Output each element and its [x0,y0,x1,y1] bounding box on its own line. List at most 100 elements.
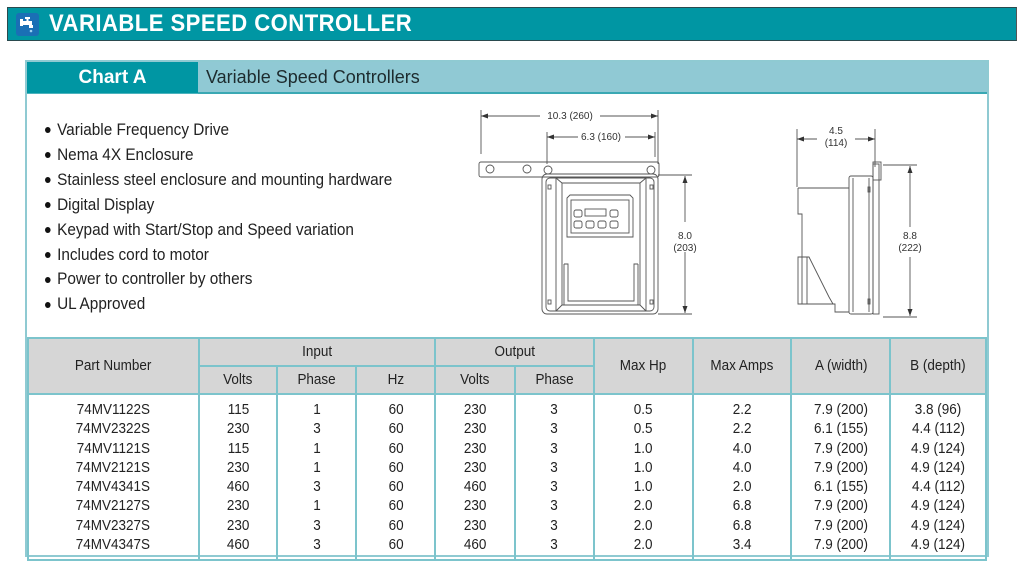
header-input-volts: Volts [197,365,279,395]
cell-output-volts: 230 [434,516,516,537]
dim-side-height-mm: (222) [898,243,921,254]
feature-list: Variable Frequency Drive Nema 4X Enclosu… [45,118,418,317]
cell-input-phase: 1 [276,458,358,479]
cell-b-depth: 4.9 (124) [889,458,987,479]
bullet-icon [45,152,51,159]
cell-input-phase: 1 [276,497,358,517]
header-max-hp: Max Hp [592,337,694,395]
cell-input-volts: 115 [197,439,279,459]
cell-b-depth: 4.4 (112) [889,478,987,498]
cell-input-hz: 60 [355,497,437,517]
header-input-phase: Phase [276,365,358,395]
cell-max-amps: 2.2 [691,394,793,421]
cell-max-hp: 0.5 [592,394,694,421]
cell-a-width: 6.1 (155) [790,420,892,440]
cell-max-hp: 0.5 [592,420,694,440]
cell-a-width: 7.9 (200) [790,516,892,537]
bullet-icon [45,301,51,308]
feature-item: Stainless steel enclosure and mounting h… [45,168,392,193]
cell-a-width: 7.9 (200) [790,536,892,562]
cell-part-number: 74MV2127S [27,497,200,517]
cell-output-phase: 3 [513,420,595,440]
bullet-icon [45,251,51,258]
table-row: 74MV1121S 115 1 60 230 3 1.0 4.0 7.9 (200) 4.9 (1… [27,439,987,459]
table-row: 74MV1122S 115 1 60 230 3 0.5 2.2 7.9 (200) 3.8 (9… [27,394,987,421]
cell-input-phase: 3 [276,536,358,562]
dim-overall-width: 10.3 (260) [547,111,593,122]
cell-input-volts: 230 [197,516,279,537]
cell-output-phase: 3 [513,439,595,459]
cell-output-volts: 230 [434,439,516,459]
cell-input-hz: 60 [355,516,437,537]
cell-input-phase: 3 [276,516,358,537]
feature-item: Keypad with Start/Stop and Speed variati… [45,218,392,243]
bullet-icon [45,177,51,184]
section-banner: VARIABLE SPEED CONTROLLER [7,7,1017,41]
side-view-drawing: 4.5 (114) 8.8 (222) [796,126,922,318]
table-row: 74MV2121S 230 1 60 230 3 1.0 4.0 7.9 (200) 4.9 (1… [27,458,987,479]
cell-output-volts: 230 [434,497,516,517]
cell-max-hp: 1.0 [592,439,694,459]
cell-input-volts: 230 [197,458,279,479]
front-view-drawing: 10.3 (260) 6.3 (160) 8.0 (203) [478,110,697,315]
feature-item: Includes cord to motor [45,243,392,268]
cell-output-phase: 3 [513,497,595,517]
dim-depth-in: 4.5 [829,126,843,137]
header-max-amps: Max Amps [691,337,793,395]
cell-part-number: 74MV4341S [27,478,200,498]
feature-item: Digital Display [45,193,392,218]
cell-b-depth: 4.9 (124) [889,536,987,562]
cell-output-phase: 3 [513,536,595,562]
cell-input-hz: 60 [355,420,437,440]
cell-part-number: 74MV1122S [27,394,200,421]
cell-max-hp: 1.0 [592,458,694,479]
feature-item: Power to controller by others [45,267,392,292]
table-row: 74MV4347S 460 3 60 460 3 2.0 3.4 7.9 (200) 4.9 (1… [27,536,987,562]
cell-max-amps: 2.0 [691,478,793,498]
cell-max-amps: 3.4 [691,536,793,562]
cell-part-number: 74MV4347S [27,536,200,562]
header-a-width: A (width) [790,337,892,395]
cell-output-phase: 3 [513,516,595,537]
header-output-volts: Volts [434,365,516,395]
cell-part-number: 74MV2121S [27,458,200,479]
cell-max-amps: 6.8 [691,516,793,537]
table-row: 74MV4341S 460 3 60 460 3 1.0 2.0 6.1 (155) 4.4 (1… [27,478,987,498]
feature-item: UL Approved [45,292,392,317]
cell-input-hz: 60 [355,394,437,421]
cell-max-hp: 1.0 [592,478,694,498]
cell-input-volts: 460 [197,478,279,498]
cell-output-volts: 230 [434,394,516,421]
chart-subtitle: Variable Speed Controllers [198,62,987,94]
feature-item: Variable Frequency Drive [45,118,392,143]
cell-a-width: 7.9 (200) [790,497,892,517]
cell-max-hp: 2.0 [592,516,694,537]
faucet-icon [16,12,39,36]
cell-input-phase: 3 [276,420,358,440]
cell-max-amps: 2.2 [691,420,793,440]
header-output-phase: Phase [513,365,595,395]
chart-panel: Chart A Variable Speed Controllers Varia… [25,60,989,562]
bullet-icon [45,227,51,234]
cell-max-amps: 4.0 [691,458,793,479]
bullet-icon [45,276,51,283]
cell-b-depth: 3.8 (96) [889,394,987,421]
cell-b-depth: 4.9 (124) [889,497,987,517]
cell-part-number: 74MV2327S [27,516,200,537]
cell-a-width: 7.9 (200) [790,439,892,459]
header-input: Input [197,337,437,367]
header-input-hz: Hz [355,365,437,395]
header-b-depth: B (depth) [889,337,987,395]
dim-depth-mm: (114) [825,138,848,149]
page-title: VARIABLE SPEED CONTROLLER [49,10,413,37]
cell-input-phase: 1 [276,394,358,421]
cell-max-hp: 2.0 [592,536,694,562]
cell-max-hp: 2.0 [592,497,694,517]
cell-input-hz: 60 [355,536,437,562]
cell-part-number: 74MV1121S [27,439,200,459]
cell-input-hz: 60 [355,458,437,479]
cell-b-depth: 4.4 (112) [889,420,987,440]
cell-input-phase: 3 [276,478,358,498]
cell-output-volts: 230 [434,458,516,479]
cell-input-volts: 460 [197,536,279,562]
